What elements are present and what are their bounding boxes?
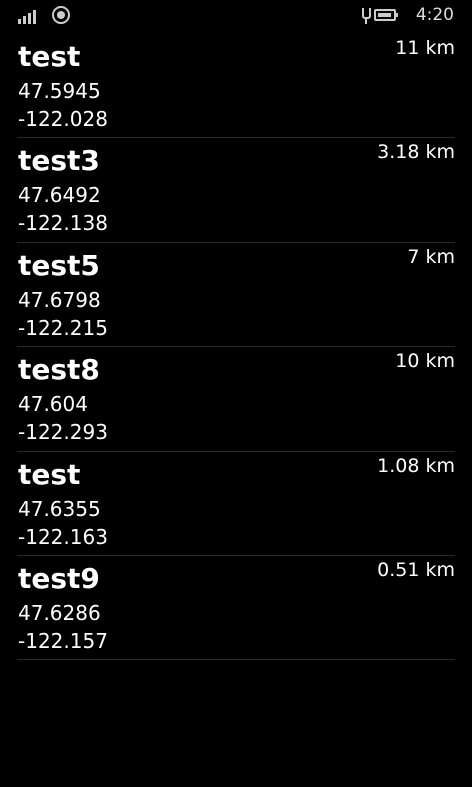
place-name: test3 — [18, 144, 100, 178]
place-latitude: 47.6286 — [18, 600, 101, 625]
place-longitude: -122.028 — [18, 107, 108, 131]
place-distance: 7 km — [407, 245, 455, 268]
place-name: test9 — [18, 561, 100, 595]
status-bar: 4:20 — [0, 0, 472, 34]
place-distance: 10 km — [395, 350, 455, 373]
place-name: test8 — [18, 353, 100, 387]
list-item[interactable]: test 47.5945 -122.028 11 km — [17, 34, 455, 139]
battery-fill — [378, 13, 391, 17]
place-name: test — [18, 457, 81, 491]
place-distance: 0.51 km — [377, 558, 455, 581]
place-longitude: -122.215 — [18, 315, 108, 340]
place-latitude: 47.5945 — [18, 79, 101, 103]
list-item[interactable]: test9 47.6286 -122.157 0.51 km — [17, 556, 455, 661]
location-icon — [52, 6, 70, 24]
place-distance: 1.08 km — [377, 454, 455, 477]
place-longitude: -122.157 — [18, 628, 108, 653]
battery-charging-icon — [362, 6, 398, 24]
place-longitude: -122.293 — [18, 420, 108, 445]
list-item[interactable]: test8 47.604 -122.293 10 km — [17, 347, 455, 452]
place-longitude: -122.138 — [18, 211, 108, 236]
place-distance: 11 km — [395, 37, 455, 59]
place-longitude: -122.163 — [18, 524, 108, 549]
clock: 4:20 — [415, 5, 454, 25]
place-name: test5 — [18, 248, 100, 282]
place-latitude: 47.6355 — [18, 496, 101, 521]
place-latitude: 47.6798 — [18, 287, 101, 312]
place-name: test — [18, 40, 81, 73]
place-latitude: 47.6492 — [18, 183, 101, 208]
signal-strength-icon — [18, 8, 42, 24]
list-item[interactable]: test 47.6355 -122.163 1.08 km — [17, 452, 455, 556]
list-item[interactable]: test3 47.6492 -122.138 3.18 km — [17, 138, 455, 243]
places-list: test 47.5945 -122.028 11 km test3 47.649… — [0, 34, 472, 661]
place-latitude: 47.604 — [18, 392, 88, 417]
list-item[interactable]: test5 47.6798 -122.215 7 km — [17, 243, 455, 348]
place-distance: 3.18 km — [377, 141, 455, 164]
